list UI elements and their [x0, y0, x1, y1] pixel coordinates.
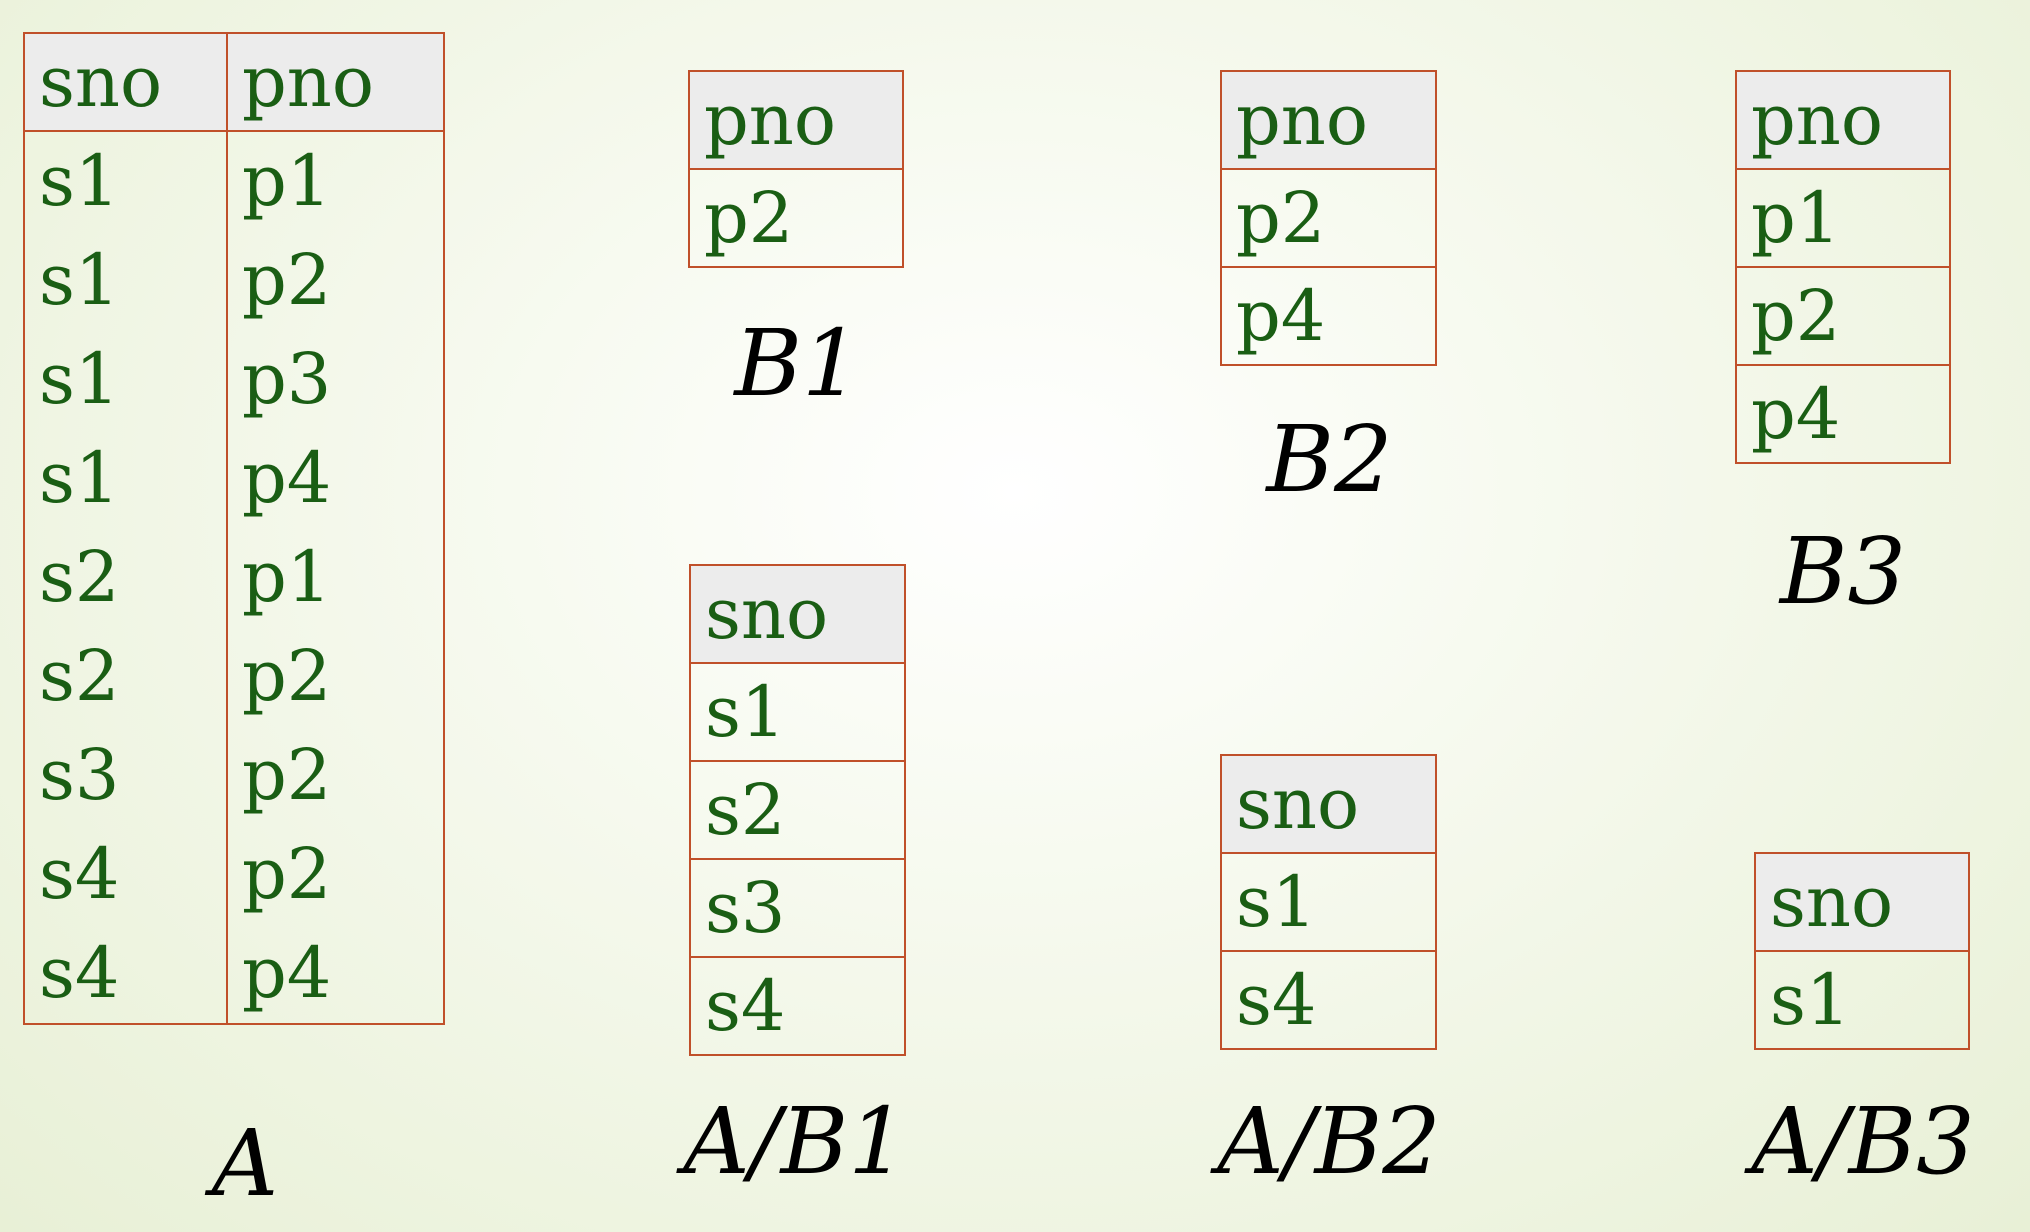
- cell-sno: s4: [23, 825, 228, 924]
- column-header-pno: pno: [1220, 70, 1437, 170]
- cell-pno: p2: [226, 627, 445, 726]
- table-header-row: pno: [1220, 70, 1437, 170]
- relation-a-div-b1-label: A/B1: [683, 1088, 907, 1195]
- relation-a-div-b1-table: sno s1 s2 s3 s4: [689, 564, 906, 1056]
- table-row: s1: [1220, 852, 1437, 952]
- cell-sno: s2: [23, 528, 228, 627]
- cell-sno: s3: [689, 858, 906, 958]
- table-row: s4: [1220, 950, 1437, 1050]
- cell-pno: p4: [226, 924, 445, 1025]
- cell-sno: s1: [689, 662, 906, 762]
- table-row: s2: [689, 760, 906, 860]
- table-row: s1: [689, 662, 906, 762]
- column-header-sno: sno: [1220, 754, 1437, 854]
- table-row: p2: [688, 168, 904, 268]
- cell-pno: p1: [1735, 168, 1951, 268]
- cell-sno: s2: [689, 760, 906, 860]
- relation-a-div-b2-table: sno s1 s4: [1220, 754, 1437, 1050]
- column-header-pno: pno: [688, 70, 904, 170]
- relation-a-div-b3-table: sno s1: [1754, 852, 1970, 1050]
- table-header-row: sno: [1754, 852, 1970, 952]
- cell-sno: s3: [23, 726, 228, 825]
- column-header-pno: pno: [1735, 70, 1951, 170]
- cell-sno: s4: [23, 924, 228, 1025]
- cell-pno: p2: [688, 168, 904, 268]
- table-row: s2 p2: [23, 627, 445, 726]
- table-header-row: sno pno: [23, 32, 445, 132]
- column-header-sno: sno: [1754, 852, 1970, 952]
- table-row: p1: [1735, 168, 1951, 268]
- cell-sno: s2: [23, 627, 228, 726]
- cell-sno: s4: [1220, 950, 1437, 1050]
- cell-sno: s1: [23, 429, 228, 528]
- table-row: s2 p1: [23, 528, 445, 627]
- table-header-row: sno: [689, 564, 906, 664]
- table-header-row: pno: [688, 70, 904, 170]
- table-row: s4: [689, 956, 906, 1056]
- cell-pno: p2: [1735, 266, 1951, 366]
- table-header-row: pno: [1735, 70, 1951, 170]
- table-row: s1 p2: [23, 231, 445, 330]
- cell-pno: p3: [226, 330, 445, 429]
- cell-pno: p1: [226, 131, 445, 231]
- table-row: p4: [1220, 266, 1437, 366]
- cell-sno: s1: [23, 231, 228, 330]
- relation-b3-table: pno p1 p2 p4: [1735, 70, 1951, 464]
- cell-pno: p4: [1220, 266, 1437, 366]
- cell-pno: p1: [226, 528, 445, 627]
- relation-b1-table: pno p2: [688, 70, 904, 268]
- relation-b2-table: pno p2 p4: [1220, 70, 1437, 366]
- relation-a-table: sno pno s1 p1 s1 p2 s1 p3 s1 p4 s2 p1 s2…: [23, 32, 445, 1025]
- cell-pno: p4: [226, 429, 445, 528]
- table-row: s1 p1: [23, 131, 445, 231]
- cell-pno: p2: [226, 825, 445, 924]
- column-header-pno: pno: [226, 32, 445, 132]
- relation-a-div-b2-label: A/B2: [1217, 1088, 1441, 1195]
- cell-sno: s1: [1754, 950, 1970, 1050]
- cell-pno: p2: [1220, 168, 1437, 268]
- relation-b2-label: B2: [1266, 406, 1393, 513]
- relation-b1-label: B1: [734, 310, 861, 417]
- table-row: s3 p2: [23, 726, 445, 825]
- relation-a-div-b3-label: A/B3: [1751, 1088, 1975, 1195]
- cell-sno: s1: [23, 131, 228, 231]
- table-row: s1 p4: [23, 429, 445, 528]
- table-row: s3: [689, 858, 906, 958]
- column-header-sno: sno: [689, 564, 906, 664]
- cell-sno: s4: [689, 956, 906, 1056]
- relation-b3-label: B3: [1779, 518, 1907, 625]
- table-header-row: sno: [1220, 754, 1437, 854]
- table-row: p2: [1735, 266, 1951, 366]
- table-row: s4 p2: [23, 825, 445, 924]
- table-row: s1 p3: [23, 330, 445, 429]
- table-row: s1: [1754, 950, 1970, 1050]
- cell-sno: s1: [23, 330, 228, 429]
- table-row: s4 p4: [23, 924, 445, 1025]
- cell-pno: p2: [226, 726, 445, 825]
- cell-pno: p4: [1735, 364, 1951, 464]
- relation-a-label: A: [211, 1110, 279, 1217]
- cell-pno: p2: [226, 231, 445, 330]
- table-row: p4: [1735, 364, 1951, 464]
- table-row: p2: [1220, 168, 1437, 268]
- cell-sno: s1: [1220, 852, 1437, 952]
- column-header-sno: sno: [23, 32, 228, 132]
